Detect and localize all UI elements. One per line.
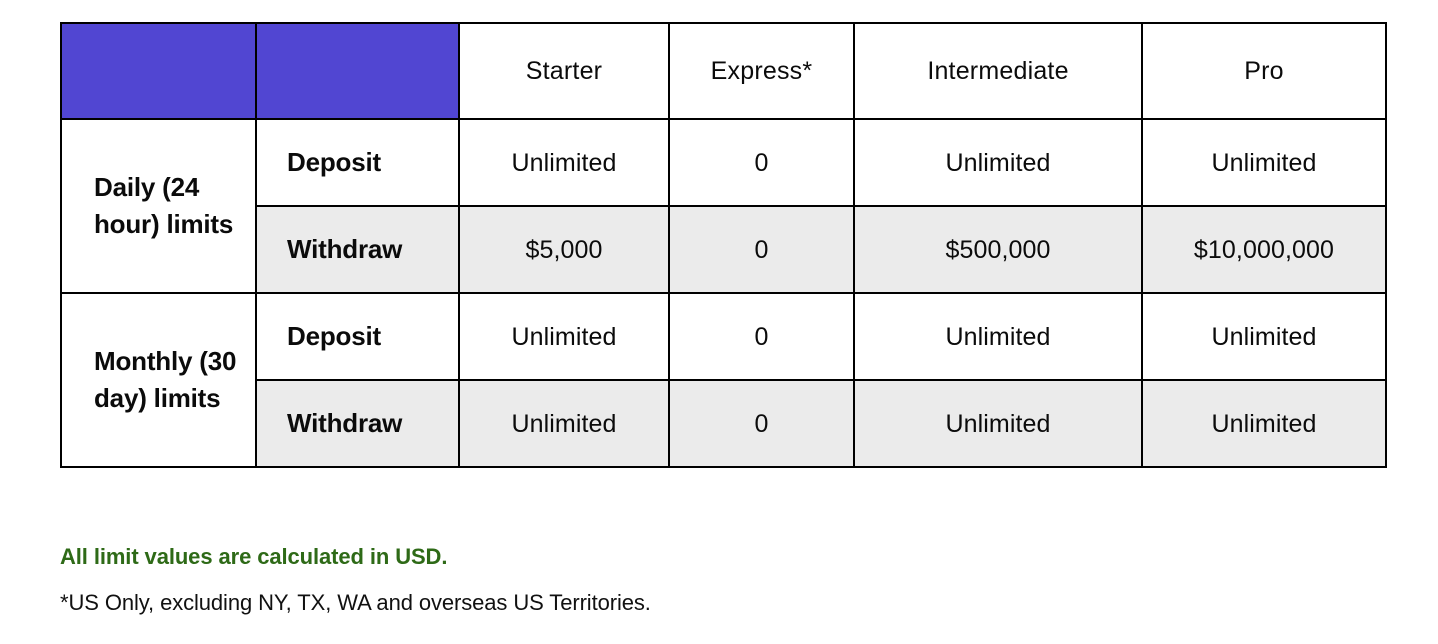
- cell-daily-withdraw-express: 0: [668, 205, 855, 294]
- header-row: Starter Express* Intermediate Pro: [60, 22, 1387, 120]
- cell-monthly-withdraw-starter: Unlimited: [458, 379, 670, 468]
- cell-daily-withdraw-intermediate: $500,000: [853, 205, 1143, 294]
- action-label-daily-deposit: Deposit: [255, 118, 460, 207]
- table-row: Withdraw Unlimited 0 Unlimited Unlimited: [61, 379, 1387, 468]
- footnote-region: *US Only, excluding NY, TX, WA and overs…: [60, 590, 651, 616]
- header-cell-pro: Pro: [1141, 22, 1387, 120]
- header-cell-starter: Starter: [458, 22, 670, 120]
- cell-monthly-withdraw-express: 0: [668, 379, 855, 468]
- action-label-monthly-withdraw: Withdraw: [255, 379, 460, 468]
- cell-daily-deposit-intermediate: Unlimited: [853, 118, 1143, 207]
- table-footnotes: All limit values are calculated in USD. …: [60, 544, 1360, 617]
- cell-daily-withdraw-starter: $5,000: [458, 205, 670, 294]
- header-cell-express: Express*: [668, 22, 855, 120]
- header-cell-intermediate: Intermediate: [853, 22, 1143, 120]
- group-label-monthly: Monthly (30 day) limits: [60, 292, 257, 468]
- table-row: Monthly (30 day) limits Deposit Unlimite…: [60, 292, 1387, 468]
- footnote-currency: All limit values are calculated in USD.: [60, 544, 448, 569]
- action-label-monthly-deposit: Deposit: [255, 292, 460, 381]
- action-label-daily-withdraw: Withdraw: [255, 205, 460, 294]
- header-cell-action-spacer: [255, 22, 460, 120]
- cell-daily-withdraw-pro: $10,000,000: [1141, 205, 1387, 294]
- header-cell-group-spacer: [60, 22, 257, 120]
- cell-monthly-deposit-intermediate: Unlimited: [853, 292, 1143, 381]
- table-row: Withdraw $5,000 0 $500,000 $10,000,000: [61, 205, 1387, 294]
- cell-daily-deposit-pro: Unlimited: [1141, 118, 1387, 207]
- cell-monthly-withdraw-pro: Unlimited: [1141, 379, 1387, 468]
- cell-daily-deposit-express: 0: [668, 118, 855, 207]
- cell-monthly-deposit-express: 0: [668, 292, 855, 381]
- cell-daily-deposit-starter: Unlimited: [458, 118, 670, 207]
- table-body: Daily (24 hour) limits Deposit Unlimited…: [60, 118, 1387, 468]
- cell-monthly-deposit-starter: Unlimited: [458, 292, 670, 381]
- group-label-daily: Daily (24 hour) limits: [60, 118, 257, 294]
- cell-monthly-withdraw-intermediate: Unlimited: [853, 379, 1143, 468]
- limits-page: Starter Express* Intermediate Pro Daily …: [0, 0, 1438, 644]
- table-row: Daily (24 hour) limits Deposit Unlimited…: [60, 118, 1387, 294]
- account-limits-table: Starter Express* Intermediate Pro Daily …: [60, 22, 1387, 468]
- table-header: Starter Express* Intermediate Pro: [60, 22, 1387, 120]
- cell-monthly-deposit-pro: Unlimited: [1141, 292, 1387, 381]
